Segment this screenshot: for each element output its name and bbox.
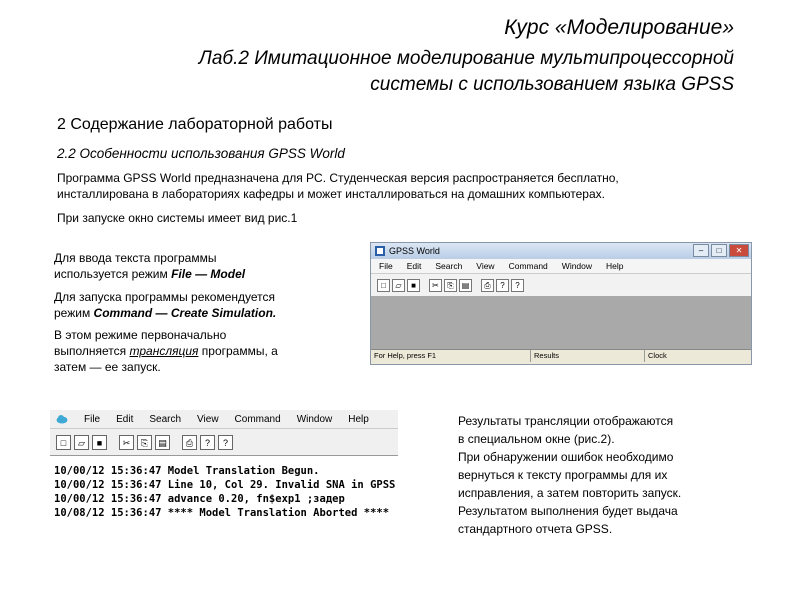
model-mode-line-1: Для ввода текста программы xyxy=(54,251,217,265)
run-mode-command: Command — Create Simulation. xyxy=(93,306,277,320)
gpss-app-icon xyxy=(375,246,385,256)
print-icon[interactable]: ⎙ xyxy=(481,278,494,292)
cut-icon[interactable]: ✂ xyxy=(119,434,134,450)
save-icon[interactable]: ■ xyxy=(407,278,420,292)
help-icon[interactable]: ? xyxy=(200,434,215,450)
intro-paragraph: Программа GPSS World предназначена для P… xyxy=(57,170,619,202)
cut-icon[interactable]: ✂ xyxy=(429,278,442,292)
print-icon[interactable]: ⎙ xyxy=(182,434,197,450)
menu-window[interactable]: Window xyxy=(297,414,333,425)
menu-command[interactable]: Command xyxy=(509,261,548,271)
save-icon[interactable]: ■ xyxy=(92,434,107,450)
run-mode-line-1: Для запуска программы рекомендуется xyxy=(54,290,276,304)
menu-view[interactable]: View xyxy=(197,414,219,425)
paste-icon[interactable]: ▤ xyxy=(459,278,472,292)
gpss-window-figure-2: File Edit Search View Command Window Hel… xyxy=(50,410,398,528)
open-icon[interactable]: ▱ xyxy=(74,434,89,450)
translation-line-1: В этом режиме первоначально xyxy=(54,328,227,342)
workspace-area[interactable] xyxy=(371,297,751,349)
run-mode-text: Для запуска программы рекомендуется режи… xyxy=(54,289,276,321)
statusbar: For Help, press F1 Results Clock xyxy=(371,349,751,362)
intro-line-2: инсталлирована в лабораториях кафедры и … xyxy=(57,187,605,201)
minimize-icon[interactable]: – xyxy=(693,244,709,257)
new-icon[interactable]: □ xyxy=(56,434,71,450)
paste-icon[interactable]: ▤ xyxy=(155,434,170,450)
results-line-7: стандартного отчета GPSS. xyxy=(458,522,613,536)
menu-help[interactable]: Help xyxy=(348,414,369,425)
journal-line: 10/00/12 15:36:47 Line 10, Col 29. Inval… xyxy=(54,479,396,491)
translation-text: В этом режиме первоначально выполняется … xyxy=(54,327,278,375)
lab-title-line-1: Лаб.2 Имитационное моделирование мультип… xyxy=(198,48,734,69)
menu-command[interactable]: Command xyxy=(235,414,281,425)
model-mode-line-2: используется режим File — Model xyxy=(54,266,245,282)
menu-window[interactable]: Window xyxy=(562,261,592,271)
section-title: 2 Содержание лабораторной работы xyxy=(57,116,333,133)
translation-prefix: выполняется xyxy=(54,344,130,358)
menu-search[interactable]: Search xyxy=(435,261,462,271)
open-icon[interactable]: ▱ xyxy=(392,278,405,292)
journal-line: 10/00/12 15:36:47 Model Translation Begu… xyxy=(54,465,320,477)
journal-output: 10/00/12 15:36:47 Model Translation Begu… xyxy=(50,456,398,520)
menu-edit[interactable]: Edit xyxy=(407,261,422,271)
intro-line-1: Программа GPSS World предназначена для P… xyxy=(57,171,619,185)
new-icon[interactable]: □ xyxy=(377,278,390,292)
copy-icon[interactable]: ⎘ xyxy=(444,278,457,292)
subsection-title: 2.2 Особенности использования GPSS World xyxy=(57,146,345,161)
journal-line: 10/08/12 15:36:47 **** Model Translation… xyxy=(54,507,390,519)
results-line-1: Результаты трансляции отображаются xyxy=(458,414,674,428)
window-controls: – □ ✕ xyxy=(693,244,749,257)
copy-icon[interactable]: ⎘ xyxy=(137,434,152,450)
menu-file[interactable]: File xyxy=(84,414,100,425)
course-title: Курс «Моделирование» xyxy=(504,16,734,39)
window-menubar: File Edit Search View Command Window Hel… xyxy=(371,259,751,274)
context-help-icon[interactable]: ? xyxy=(218,434,233,450)
lab-title-line-2: системы с использованием языка GPSS xyxy=(370,74,734,95)
results-line-2: в специальном окне (рис.2). xyxy=(458,432,615,446)
translation-suffix: программы, а xyxy=(198,344,278,358)
translation-term: трансляция xyxy=(129,344,199,358)
translation-line-2: выполняется трансляция программы, а xyxy=(54,343,278,359)
gpss-window-figure-1: GPSS World – □ ✕ File Edit Search View C… xyxy=(370,242,752,365)
model-mode-text: Для ввода текста программы используется … xyxy=(54,250,245,282)
run-mode-prefix: режим xyxy=(54,306,94,320)
results-line-6: Результатом выполнения будет выдача xyxy=(458,504,678,518)
results-line-3: При обнаружении ошибок необходимо xyxy=(458,450,674,464)
window-title: GPSS World xyxy=(389,246,440,256)
cloud-icon xyxy=(56,415,68,424)
results-line-4: вернуться к тексту программы для их xyxy=(458,468,668,482)
status-help: For Help, press F1 xyxy=(371,350,531,362)
results-line-5: исправления, а затем повторить запуск. xyxy=(458,486,682,500)
menu-help[interactable]: Help xyxy=(606,261,623,271)
status-clock: Clock xyxy=(648,351,667,360)
journal-line: 10/00/12 15:36:47 advance 0.20, fn$exp1 … xyxy=(54,493,345,505)
maximize-icon[interactable]: □ xyxy=(711,244,727,257)
translation-line-3: затем — ее запуск. xyxy=(54,360,161,374)
journal-menubar: File Edit Search View Command Window Hel… xyxy=(50,410,398,429)
menu-view[interactable]: View xyxy=(476,261,494,271)
window-titlebar[interactable]: GPSS World – □ ✕ xyxy=(371,243,751,259)
context-help-icon[interactable]: ? xyxy=(511,278,524,292)
help-icon[interactable]: ? xyxy=(496,278,509,292)
journal-toolbar: □ ▱ ■ ✂ ⎘ ▤ ⎙ ? ? xyxy=(50,429,398,456)
menu-file[interactable]: File xyxy=(379,261,393,271)
menu-search[interactable]: Search xyxy=(149,414,181,425)
model-mode-command: File — Model xyxy=(171,267,246,281)
close-icon[interactable]: ✕ xyxy=(729,244,749,257)
intro-line-3: При запуске окно системы имеет вид рис.1 xyxy=(57,211,298,225)
results-text: Результаты трансляции отображаются в спе… xyxy=(458,412,681,538)
model-mode-prefix: используется режим xyxy=(54,267,172,281)
run-mode-line-2: режим Command — Create Simulation. xyxy=(54,305,276,321)
status-results: Results xyxy=(531,350,645,362)
menu-edit[interactable]: Edit xyxy=(116,414,133,425)
lab-title: Лаб.2 Имитационное моделирование мультип… xyxy=(199,46,734,98)
window-toolbar: □ ▱ ■ ✂ ⎘ ▤ ⎙ ? ? xyxy=(371,274,751,297)
